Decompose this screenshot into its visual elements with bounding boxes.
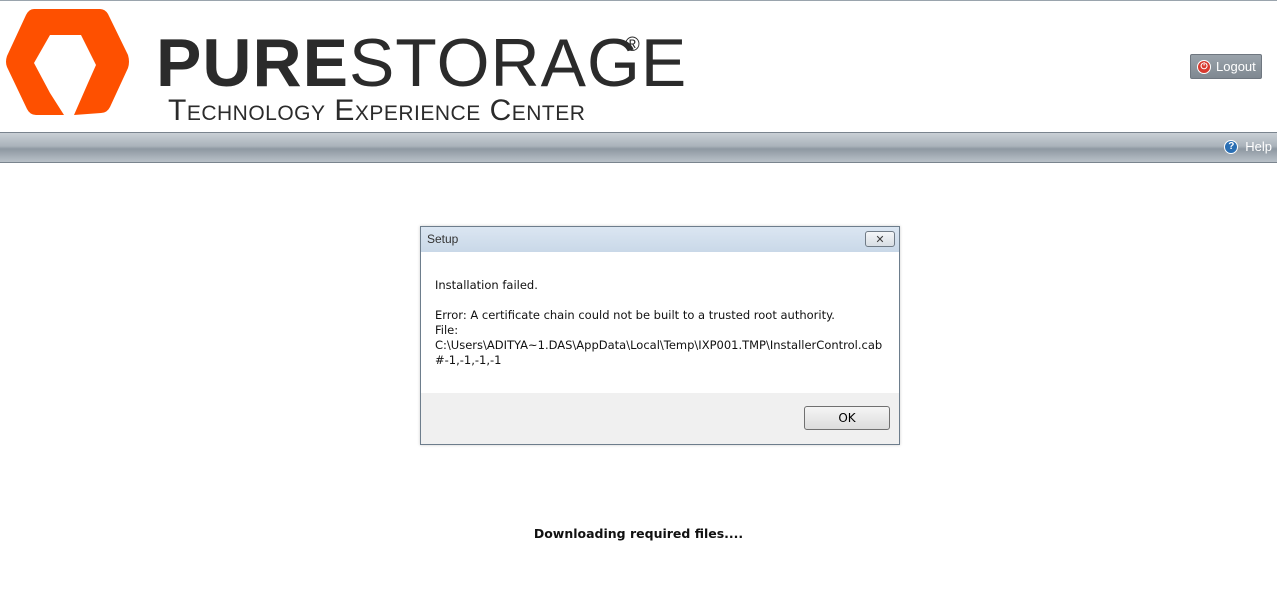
- brand-name-pure: PURE: [156, 25, 349, 101]
- help-link[interactable]: ? Help: [1224, 139, 1272, 154]
- message-file-label: File:: [435, 323, 459, 337]
- message-error: Error: A certificate chain could not be …: [435, 308, 835, 322]
- dialog-title: Setup: [427, 232, 459, 246]
- nav-bar: ? Help: [0, 132, 1277, 163]
- dialog-footer: OK: [421, 393, 899, 444]
- brand-subtitle: Technology Experience Center: [168, 94, 586, 127]
- registered-mark: ®: [625, 34, 640, 56]
- setup-dialog: Setup ✕ Installation failed. Error: A ce…: [420, 226, 900, 445]
- logout-label: Logout: [1216, 59, 1256, 74]
- dialog-titlebar[interactable]: Setup ✕: [421, 227, 899, 253]
- logout-button[interactable]: ⏻ Logout: [1190, 54, 1262, 79]
- message-status: Installation failed.: [435, 278, 538, 292]
- dialog-body: Installation failed. Error: A certificat…: [421, 252, 899, 393]
- brand-name: PURESTORAGE: [156, 23, 687, 103]
- download-status: Downloading required files....: [533, 526, 744, 541]
- power-icon: ⏻: [1197, 59, 1211, 74]
- help-label: Help: [1245, 139, 1272, 154]
- purestorage-logo-icon: [6, 9, 129, 115]
- help-icon: ?: [1224, 139, 1239, 154]
- site-header: PURESTORAGE ® Technology Experience Cent…: [0, 1, 1277, 132]
- message-code: #-1,-1,-1,-1: [435, 353, 502, 367]
- message-file-path: C:\Users\ADITYA~1.DAS\AppData\Local\Temp…: [435, 338, 883, 352]
- ok-button[interactable]: OK: [804, 406, 890, 430]
- close-icon[interactable]: ✕: [865, 231, 895, 247]
